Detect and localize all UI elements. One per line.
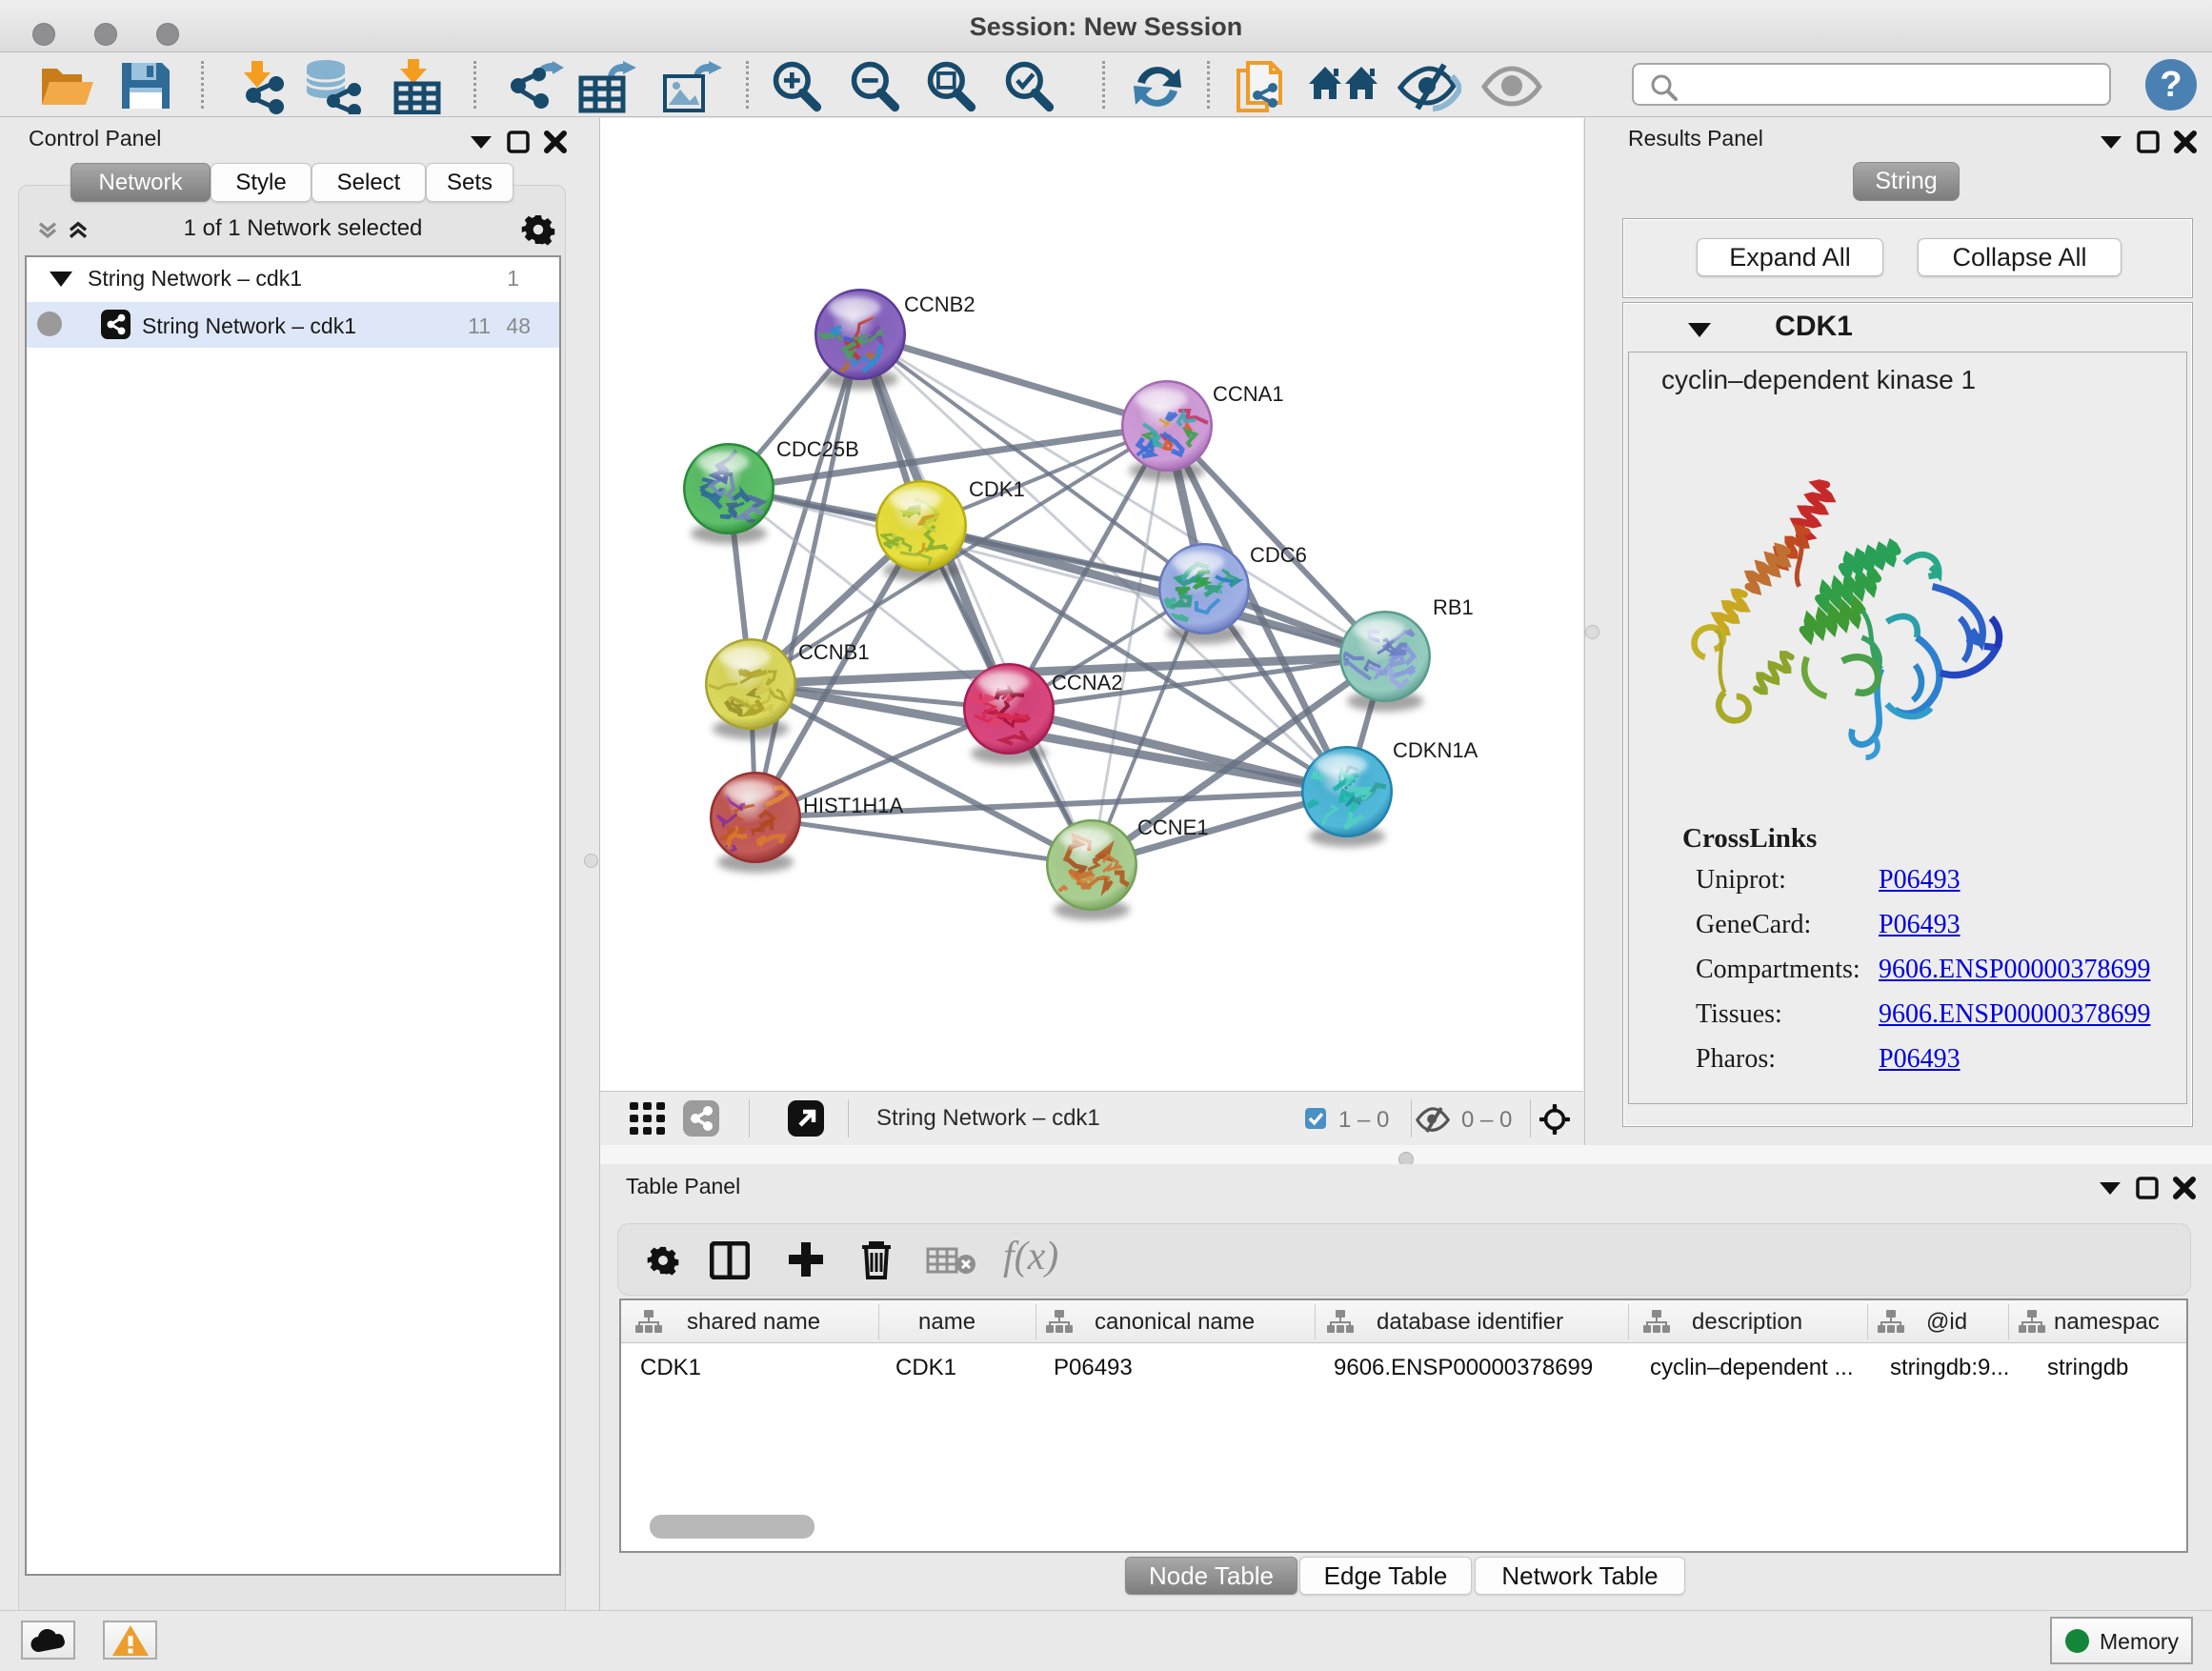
svg-text:?: ? — [2160, 65, 2182, 105]
svg-text:CDC25B: CDC25B — [776, 437, 859, 461]
svg-text:CCNA2: CCNA2 — [1052, 671, 1123, 695]
svg-text:CCNA1: CCNA1 — [1213, 382, 1284, 406]
svg-text:CDKN1A: CDKN1A — [1393, 738, 1478, 762]
svg-text:CCNE1: CCNE1 — [1137, 815, 1209, 839]
svg-text:CCNB1: CCNB1 — [798, 640, 870, 664]
svg-text:CCNB2: CCNB2 — [904, 292, 975, 316]
svg-text:HIST1H1A: HIST1H1A — [803, 794, 903, 817]
svg-text:RB1: RB1 — [1433, 595, 1474, 619]
svg-text:CDK1: CDK1 — [969, 477, 1025, 501]
svg-text:CDC6: CDC6 — [1250, 543, 1307, 567]
